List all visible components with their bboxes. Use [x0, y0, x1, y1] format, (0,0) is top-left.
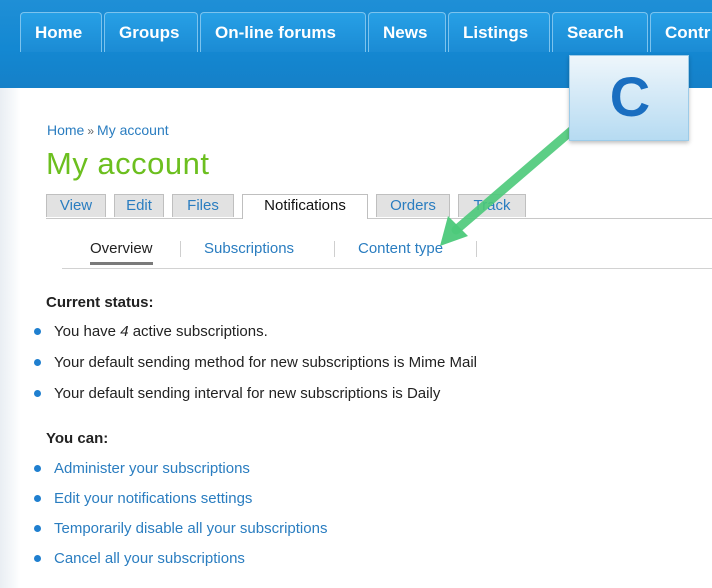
administer-subscriptions-link[interactable]: Administer your subscriptions [34, 460, 250, 477]
subtab-divider [334, 241, 335, 257]
bullet-icon [34, 524, 41, 532]
bullet-icon [34, 327, 41, 335]
tab-orders[interactable]: Orders [376, 194, 450, 217]
subtab-divider [180, 241, 181, 257]
tab-track[interactable]: Track [458, 194, 526, 217]
primary-tabs: View Edit Files Notifications Orders Tra… [46, 194, 712, 219]
tab-edit[interactable]: Edit [114, 194, 164, 217]
status-text: active subscriptions. [128, 323, 268, 340]
subtab-divider [476, 241, 477, 257]
nav-tab-online-forums[interactable]: On-line forums [200, 12, 366, 52]
nav-tab-contr[interactable]: Contr [650, 12, 712, 52]
subtab-subscriptions[interactable]: Subscriptions [204, 238, 294, 260]
link-text[interactable]: Administer your subscriptions [54, 460, 250, 477]
nav-tab-news[interactable]: News [368, 12, 446, 52]
annotation-callout-box: C [569, 55, 689, 141]
current-status-heading: Current status: [46, 294, 154, 311]
tab-files[interactable]: Files [172, 194, 234, 217]
left-shadow-decoration [0, 88, 20, 588]
status-text: You have [54, 323, 121, 340]
annotation-letter: C [609, 65, 651, 128]
subscription-count: 4 [120, 323, 129, 340]
status-item-sending-interval: Your default sending interval for new su… [34, 385, 440, 402]
breadcrumb: Home» My account [47, 122, 169, 138]
bullet-icon [34, 464, 41, 472]
breadcrumb-my-account-link[interactable]: My account [97, 122, 169, 138]
breadcrumb-separator: » [87, 124, 95, 138]
subtab-overview[interactable]: Overview [90, 238, 153, 265]
breadcrumb-home-link[interactable]: Home [47, 122, 84, 138]
nav-tab-groups[interactable]: Groups [104, 12, 198, 52]
tab-view[interactable]: View [46, 194, 106, 217]
nav-tab-home[interactable]: Home [20, 12, 102, 52]
status-item-sending-method: Your default sending method for new subs… [34, 354, 477, 371]
cancel-subscriptions-link[interactable]: Cancel all your subscriptions [34, 550, 245, 567]
temporarily-disable-subscriptions-link[interactable]: Temporarily disable all your subscriptio… [34, 520, 327, 537]
status-text: Your default sending interval for new su… [54, 385, 441, 402]
status-item-subscriptions-count: You have 4 active subscriptions. [34, 323, 268, 340]
bullet-icon [34, 494, 41, 502]
link-text[interactable]: Cancel all your subscriptions [54, 550, 245, 567]
link-text[interactable]: Edit your notifications settings [54, 490, 252, 507]
tab-notifications[interactable]: Notifications [242, 194, 368, 219]
nav-tab-search[interactable]: Search [552, 12, 648, 52]
edit-notifications-settings-link[interactable]: Edit your notifications settings [34, 490, 252, 507]
page-title: My account [46, 146, 210, 181]
nav-tab-listings[interactable]: Listings [448, 12, 550, 52]
bullet-icon [34, 389, 41, 397]
bullet-icon [34, 554, 41, 562]
status-text: Your default sending method for new subs… [54, 354, 477, 371]
subtab-content-type[interactable]: Content type [358, 238, 443, 260]
link-text[interactable]: Temporarily disable all your subscriptio… [54, 520, 327, 537]
secondary-tabs: Overview Subscriptions Content type [62, 238, 712, 269]
bullet-icon [34, 358, 41, 366]
you-can-heading: You can: [46, 430, 109, 447]
